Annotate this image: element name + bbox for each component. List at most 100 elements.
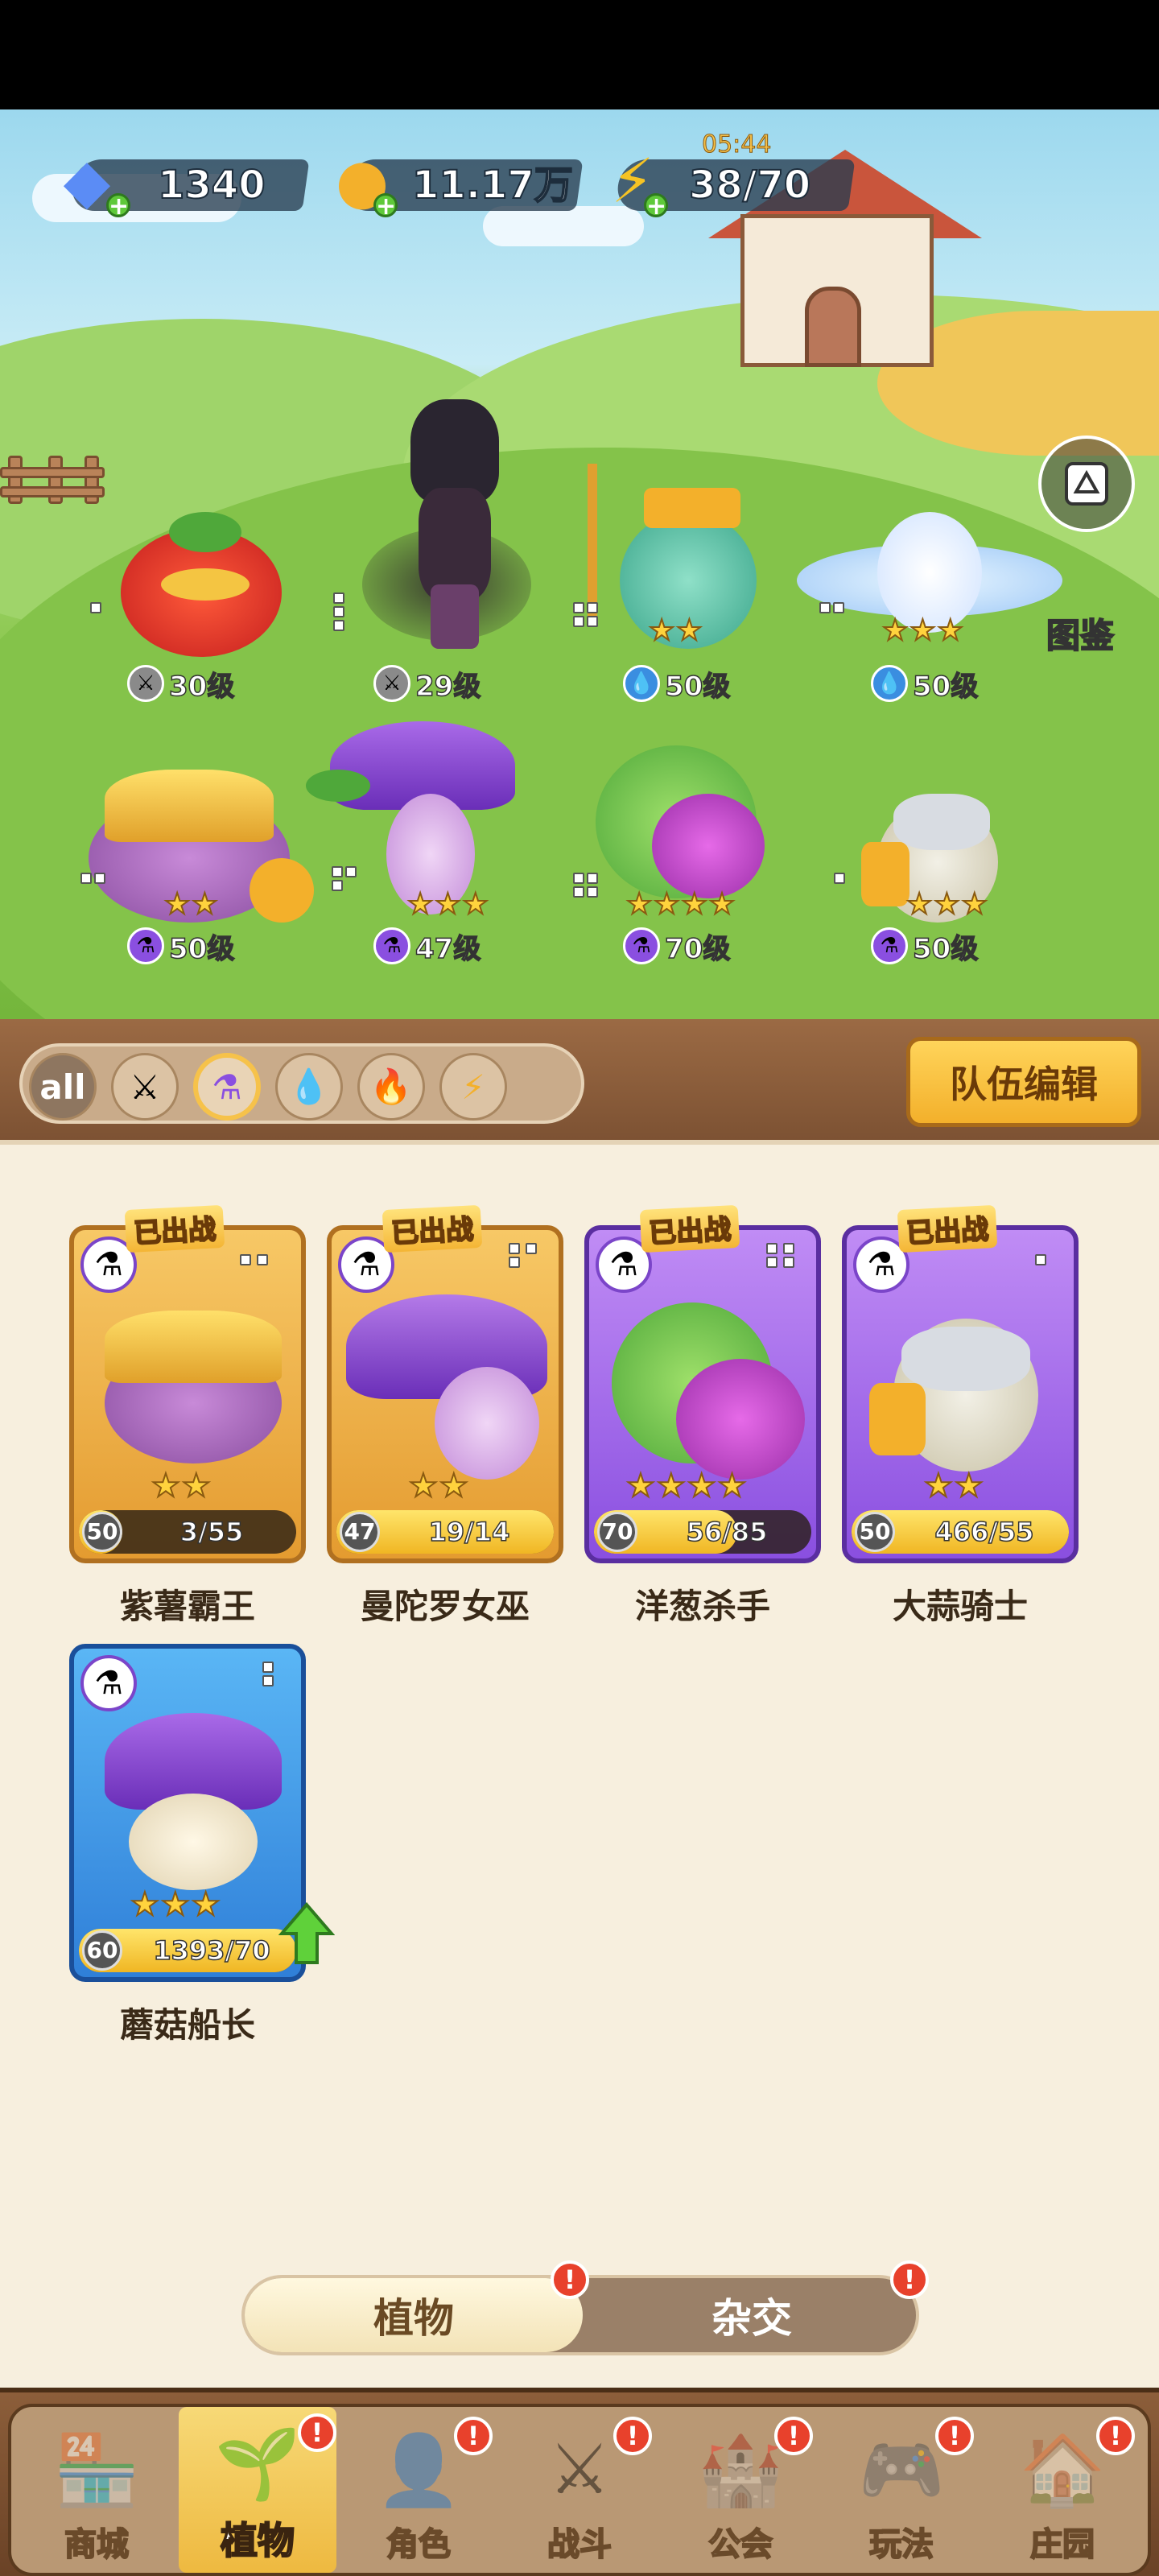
deployed-tag: 已出战 <box>382 1204 483 1253</box>
add-gems-icon[interactable]: + <box>106 193 130 219</box>
card-level: 70 <box>597 1512 637 1552</box>
plants-tab-badge: ! <box>551 2260 589 2299</box>
lineup-plant-tomato-warrior[interactable] <box>105 496 290 657</box>
game-screen: 05:44 ◆ + 1340 ● + 11.17万 ⚡ + 38/70 图鉴 ⚔… <box>0 0 1159 2576</box>
card-progress-bar: 60 1393/70 <box>79 1929 296 1972</box>
card-name: 紫薯霸王 <box>119 1587 255 1626</box>
card-progress: 1393/70 <box>153 1934 271 1967</box>
deployed-tag: 已出战 <box>124 1204 225 1253</box>
filter-fire-button[interactable]: 🔥 <box>357 1053 425 1121</box>
lineup-level: ⚔ 29级 <box>373 665 481 703</box>
nav-shop[interactable]: 🏪 商城 <box>18 2407 175 2573</box>
water-type-icon: 💧 <box>871 665 908 702</box>
plant-card[interactable]: ⚗ ★ ★ 50 466/55 已出战 大蒜骑士 <box>842 1204 1083 1644</box>
star-rating: ★ ★ ★ <box>406 888 489 921</box>
battle-nav-badge: ! <box>613 2417 652 2455</box>
star-rating: ★ ★ <box>151 1468 212 1505</box>
battle-lineup-scene: 05:44 ◆ + 1340 ● + 11.17万 ⚡ + 38/70 图鉴 ⚔… <box>0 109 1159 1019</box>
card-portrait <box>89 1713 295 1898</box>
card-portrait <box>861 1294 1067 1480</box>
hybrid-tab-badge: ! <box>890 2260 929 2299</box>
lineup-level: ⚗ 50级 <box>871 927 979 965</box>
star-rating: ★ ★ <box>648 614 703 647</box>
formation-slot-icon <box>573 602 598 627</box>
formation-slot-icon <box>819 602 844 613</box>
formation-slot-icon <box>834 873 845 884</box>
card-level: 50 <box>82 1512 122 1552</box>
star-rating: ★ ★ ★ <box>905 888 988 921</box>
bottom-nav: 🏪 商城 🌱 植物 👤 角色 ⚔ 战斗 🏰 公会 🎮 玩法 🏠 庄园 <box>0 2388 1159 2576</box>
potion-type-icon: ⚗ <box>871 927 908 964</box>
star-rating: ★ ★ ★ ★ <box>625 1468 747 1505</box>
card-frame: ⚗ ★ ★ 47 19/14 <box>327 1225 563 1563</box>
gameplay-nav-badge: ! <box>935 2417 974 2455</box>
card-progress-bar: 47 19/14 <box>336 1510 554 1554</box>
plant-card-panel: ⚗ ★ ★ 50 3/55 已出战 紫薯霸王 ⚗ ★ ★ 47 19/14 已出… <box>0 1140 1159 2388</box>
formation-slot-icon <box>332 866 357 891</box>
formation-slot-icon <box>333 592 344 631</box>
star-rating: ★ ★ ★ <box>130 1886 221 1923</box>
formation-slot-icon <box>80 873 105 884</box>
card-progress: 56/85 <box>686 1516 768 1548</box>
card-name: 曼陀罗女巫 <box>360 1587 530 1626</box>
sword-type-icon: ⚔ <box>127 665 164 702</box>
filter-sword-button[interactable]: ⚔ <box>111 1053 179 1121</box>
filter-bar: all ⚔ ⚗ 💧 🔥 ⚡ 队伍编辑 <box>0 1019 1159 1140</box>
water-drop-icon: 💧 <box>287 1067 331 1106</box>
formation-slot-icon <box>573 873 598 898</box>
filter-lightning-button[interactable]: ⚡ <box>439 1053 507 1121</box>
coins-value: 11.17万 <box>411 162 574 208</box>
filter-all-button[interactable]: all <box>29 1053 97 1121</box>
deployed-tag: 已出战 <box>639 1204 740 1253</box>
plant-card[interactable]: ⚗ ★ ★ ★ ★ 70 56/85 已出战 洋葱杀手 <box>584 1204 826 1644</box>
sword-type-icon: ⚔ <box>373 665 410 702</box>
formation-slot-icon <box>262 1662 277 1686</box>
tab-plants[interactable]: 植物 <box>245 2278 583 2352</box>
card-progress: 466/55 <box>934 1516 1035 1548</box>
lightning-icon: ⚡ <box>461 1067 485 1107</box>
card-progress: 19/14 <box>428 1516 510 1548</box>
lineup-level: 💧 50级 <box>623 665 731 703</box>
plants-nav-badge: ! <box>298 2413 336 2452</box>
add-coins-icon[interactable]: + <box>373 193 398 219</box>
deployed-tag: 已出战 <box>897 1204 998 1253</box>
formation-slot-icon <box>1035 1254 1050 1265</box>
card-level: 60 <box>82 1930 122 1971</box>
plant-card[interactable]: ⚗ ★ ★ 50 3/55 已出战 紫薯霸王 <box>69 1204 311 1644</box>
card-progress: 3/55 <box>179 1516 244 1548</box>
character-nav-badge: ! <box>454 2417 493 2455</box>
card-portrait <box>604 1294 810 1480</box>
add-energy-icon[interactable]: + <box>644 193 668 219</box>
formation-slot-icon <box>240 1254 271 1265</box>
formation-slot-icon <box>509 1243 540 1268</box>
status-bar <box>0 0 1159 109</box>
lineup-level: 💧 50级 <box>871 665 979 703</box>
manor-nav-badge: ! <box>1096 2417 1135 2455</box>
plant-card[interactable]: ⚗ ★ ★ 47 19/14 已出战 曼陀罗女巫 <box>327 1204 568 1644</box>
potion-type-icon: ⚗ <box>80 1655 137 1711</box>
lineup-level: ⚔ 30级 <box>127 665 235 703</box>
gems-value: 1340 <box>157 162 266 208</box>
filter-potion-button[interactable]: ⚗ <box>193 1053 261 1121</box>
fire-icon: 🔥 <box>369 1067 413 1106</box>
card-frame: ⚗ ★ ★ ★ ★ 70 56/85 <box>584 1225 821 1563</box>
card-progress-bar: 50 3/55 <box>79 1510 296 1554</box>
water-type-icon: 💧 <box>623 665 660 702</box>
upgrade-arrow-icon[interactable] <box>278 1901 335 1966</box>
lineup-level: ⚗ 70级 <box>623 927 731 965</box>
lineup-plant-shadow-cat[interactable] <box>354 383 539 657</box>
card-portrait <box>89 1294 295 1480</box>
card-frame: ⚗ ★ ★ 50 466/55 <box>842 1225 1079 1563</box>
potion-type-icon: ⚗ <box>373 927 410 964</box>
sword-icon: ⚔ <box>130 1067 160 1107</box>
plant-card[interactable]: ⚗ ★ ★ ★ 60 1393/70 蘑菇船长 <box>69 1644 335 2062</box>
star-rating: ★ ★ <box>408 1468 469 1505</box>
star-rating: ★ ★ ★ ★ <box>625 888 736 921</box>
card-name: 大蒜骑士 <box>892 1587 1028 1626</box>
plants-icon: 🌱 <box>214 2423 301 2504</box>
potion-type-icon: ⚗ <box>127 927 164 964</box>
filter-water-button[interactable]: 💧 <box>275 1053 343 1121</box>
tab-hybrid[interactable]: 杂交 <box>583 2278 921 2352</box>
energy-value: 38/70 <box>688 162 811 208</box>
team-edit-button[interactable]: 队伍编辑 <box>906 1037 1141 1127</box>
